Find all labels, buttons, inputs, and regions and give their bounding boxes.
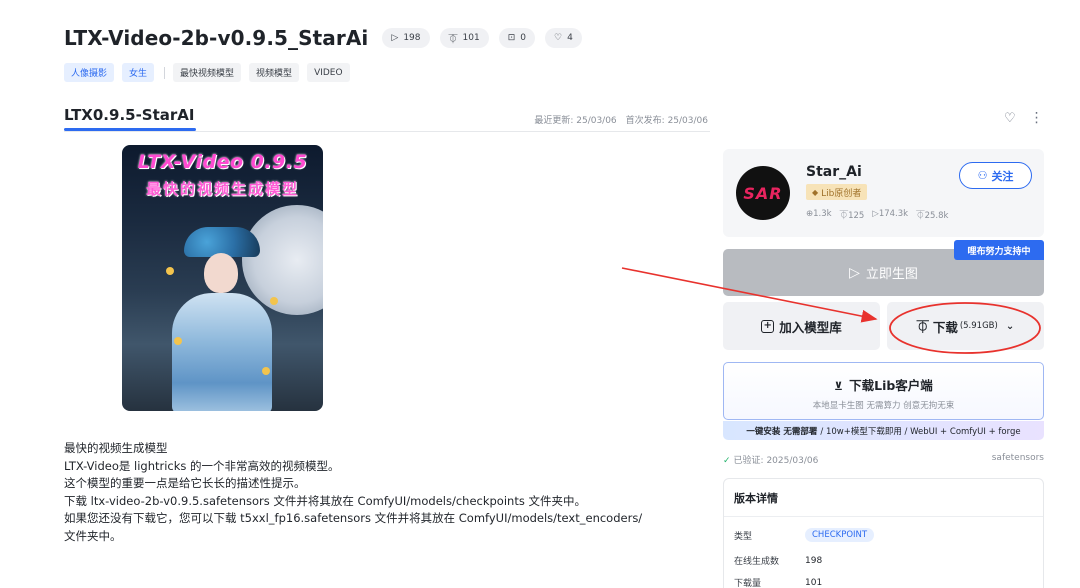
heart-icon: ♡ <box>553 33 563 43</box>
download-size: (5.91GB) <box>959 321 998 331</box>
verified-date: 已验证: 2025/03/06 <box>733 456 819 466</box>
diamond-icon: ◆ <box>812 187 819 197</box>
flower-decoration <box>262 367 270 375</box>
top-actions: ♡ ⋮ <box>1004 110 1044 126</box>
detail-value: 101 <box>805 577 823 588</box>
download-icon: ⏁ <box>916 319 929 334</box>
client-title-row: ⊻ 下载Lib客户端 <box>724 375 1043 394</box>
add-to-library-button[interactable]: + 加入模型库 <box>723 302 880 350</box>
creator-badge: ◆ Lib原创者 <box>806 184 868 200</box>
details-divider <box>724 516 1043 517</box>
author-downloads: ⏁25.8k <box>916 211 949 221</box>
tag-portrait[interactable]: 人像摄影 <box>64 63 115 82</box>
detail-key: 在线生成数 <box>734 557 780 567</box>
detail-value: 198 <box>805 555 823 566</box>
description-line: 最快的视频生成模型 <box>64 441 168 455</box>
description-line: LTX-Video是 lightricks 的一个非常高效的视频模型。 <box>64 458 340 473</box>
support-badge: 哩布努力支持中 <box>954 240 1044 260</box>
detail-row-type: 类型 CHECKPOINT <box>734 528 875 542</box>
active-tab-indicator <box>64 128 196 131</box>
client-strip-rest: / 10w+模型下载即用 / WebUI + ComfyUI + forge <box>820 426 1021 437</box>
add-library-label: 加入模型库 <box>779 319 842 335</box>
download-label: 下载 <box>932 319 958 335</box>
cover-subtitle: 最快的视频生成模型 <box>145 180 299 198</box>
run-count-badge: ▷ 198 <box>382 28 430 48</box>
detail-row-downloads: 下载量 101 <box>734 576 822 588</box>
cover-figure <box>162 227 282 411</box>
client-subtitle: 本地显卡生图 无需算力 创意无拘无束 <box>812 401 955 411</box>
cover-image[interactable]: LTX-Video 0.9.5 最快的视频生成模型 <box>122 145 323 411</box>
generate-label: 立即生图 <box>865 267 918 282</box>
add-user-icon: ⚇ <box>977 169 988 182</box>
author-followers: ⊕1.3k <box>806 209 832 219</box>
flower-decoration <box>174 337 182 345</box>
cover-title: LTX-Video 0.9.5 <box>137 151 308 173</box>
like-count-badge[interactable]: ♡ 4 <box>544 28 582 48</box>
flower-decoration <box>270 297 278 305</box>
published-date: 首次发布: 25/03/06 <box>625 116 708 126</box>
author-runs: ▷174.3k <box>872 209 909 219</box>
tag-divider <box>164 66 166 79</box>
play-icon: ▷ <box>849 264 860 281</box>
tag-fastest-video-model[interactable]: 最快视频模型 <box>173 63 242 82</box>
updated-date: 最近更新: 25/03/06 <box>534 116 617 126</box>
detail-key: 下载量 <box>734 579 762 588</box>
client-feature-strip: 一键安装 无需部署 / 10w+模型下载即用 / WebUI + ComfyUI… <box>723 421 1044 440</box>
more-options-icon[interactable]: ⋮ <box>1030 110 1044 126</box>
monitor-download-icon: ⊻ <box>834 380 844 393</box>
author-name[interactable]: Star_Ai <box>806 164 862 180</box>
description-line: 这个模型的重要一点是给它长长的描述性提示。 <box>64 476 306 491</box>
download-button[interactable]: ⏁ 下载 (5.91GB) ⌄ <box>887 302 1044 350</box>
download-count-icon: ⏁ <box>448 34 458 45</box>
author-stats: ⊕1.3k ⏁125 ▷174.3k ⏁25.8k <box>806 209 956 221</box>
version-dates: 最近更新: 25/03/06 首次发布: 25/03/06 <box>525 113 708 126</box>
tag-video[interactable]: VIDEO <box>307 63 350 82</box>
detail-key: 类型 <box>734 531 753 542</box>
file-format: safetensors <box>991 453 1044 463</box>
page-title: LTX-Video-2b-v0.9.5_StarAi <box>64 26 369 50</box>
tag-list: 人像摄影 女生 最快视频模型 视频模型 VIDEO <box>64 63 358 82</box>
description-line: 如果您还没有下载它，您可以下载 t5xxl_fp16.safetensors 文… <box>64 511 643 526</box>
avatar-logo: SAR <box>743 183 783 203</box>
version-details-card: 版本详情 类型 CHECKPOINT 在线生成数 198 下载量 101 <box>723 478 1044 588</box>
follow-label: 关注 <box>991 169 1014 183</box>
author-card: SAR Star_Ai ◆ Lib原创者 ⊕1.3k ⏁125 ▷174.3k ⏁… <box>723 149 1044 237</box>
chevron-down-icon[interactable]: ⌄ <box>1006 321 1014 332</box>
verification-row: ✓ 已验证: 2025/03/06 safetensors <box>723 453 1044 466</box>
image-count-badge: ⊡ 0 <box>498 28 535 48</box>
description-line: 下载 ltx-video-2b-v0.9.5.safetensors 文件并将其… <box>64 493 586 508</box>
favorite-heart-icon[interactable]: ♡ <box>1004 111 1016 126</box>
tag-girl[interactable]: 女生 <box>122 63 155 82</box>
flower-decoration <box>166 267 174 275</box>
download-count: 101 <box>462 33 480 43</box>
details-title: 版本详情 <box>734 492 778 505</box>
figure-dress <box>172 293 272 411</box>
client-title: 下载Lib客户端 <box>849 378 933 393</box>
image-count: 0 <box>520 33 526 43</box>
creator-badge-label: Lib原创者 <box>821 188 862 199</box>
title-row: LTX-Video-2b-v0.9.5_StarAi ▷ 198 ⏁ 101 ⊡ 0 … <box>64 26 582 50</box>
figure-face <box>204 253 238 293</box>
image-icon: ⊡ <box>507 33 516 43</box>
client-download-card[interactable]: ⊻ 下载Lib客户端 本地显卡生图 无需算力 创意无拘无束 <box>723 362 1044 420</box>
run-count: 198 <box>403 33 421 43</box>
description-line: 文件夹中。 <box>64 528 122 543</box>
model-description: 最快的视频生成模型 LTX-Video是 lightricks 的一个非常高效的… <box>64 440 724 546</box>
type-badge: CHECKPOINT <box>805 528 875 542</box>
version-tab-row: LTX0.9.5-StarAI 最近更新: 25/03/06 首次发布: 25/… <box>64 106 710 132</box>
author-likes: ⏁125 <box>839 211 865 221</box>
tag-video-model[interactable]: 视频模型 <box>249 63 300 82</box>
plus-square-icon: + <box>761 319 775 333</box>
download-count-badge: ⏁ 101 <box>439 28 489 48</box>
client-strip-bold: 一键安装 无需部署 <box>746 426 818 437</box>
follow-button[interactable]: ⚇ 关注 <box>959 162 1032 189</box>
avatar[interactable]: SAR <box>736 166 790 220</box>
like-count: 4 <box>567 33 573 43</box>
check-circle-icon: ✓ <box>723 456 731 466</box>
version-tab[interactable]: LTX0.9.5-StarAI <box>64 106 195 124</box>
detail-row-online-gen: 在线生成数 198 <box>734 554 823 568</box>
play-icon: ▷ <box>391 33 399 43</box>
